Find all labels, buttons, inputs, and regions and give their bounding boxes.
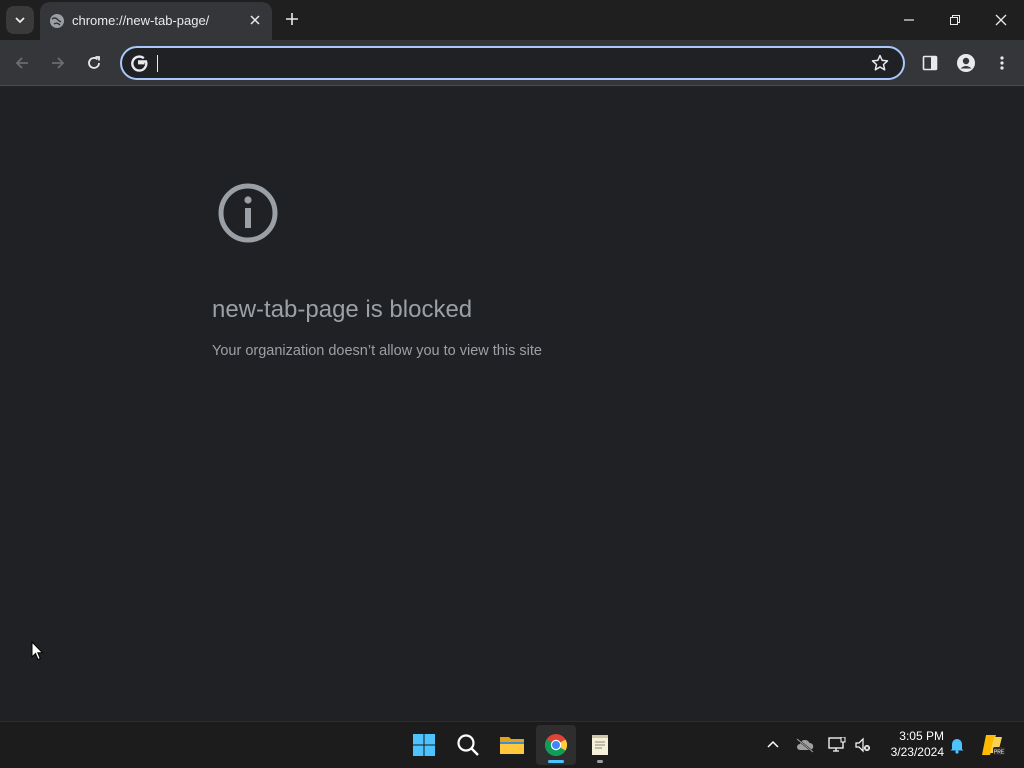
volume-muted-icon <box>855 737 870 753</box>
network-icon <box>828 737 846 752</box>
globe-icon <box>50 14 64 28</box>
blocked-page: new-tab-page is blocked Your organizatio… <box>0 87 1024 721</box>
network-tray-button[interactable] <box>826 734 848 756</box>
plus-icon <box>286 13 298 25</box>
file-explorer-button[interactable] <box>492 725 532 765</box>
file-explorer-icon <box>500 737 524 754</box>
page-message: Your organization doesn’t allow you to v… <box>212 343 542 359</box>
title-bar: chrome://new-tab-page/ <box>0 0 1024 40</box>
cloud-off-icon <box>796 738 814 753</box>
page-title: new-tab-page is blocked <box>212 296 473 323</box>
side-panel-button[interactable] <box>916 49 944 77</box>
start-button[interactable] <box>404 725 444 765</box>
minimize-button[interactable] <box>886 0 932 40</box>
menu-button[interactable] <box>988 49 1016 77</box>
svg-text:PRE: PRE <box>994 750 1005 756</box>
mouse-pointer-icon <box>31 641 44 661</box>
notifications-button[interactable] <box>946 734 968 756</box>
star-icon[interactable] <box>871 54 889 72</box>
clock-date: 3/23/2024 <box>890 745 944 759</box>
reload-icon <box>88 56 100 69</box>
tab-close-button[interactable] <box>246 11 264 29</box>
minimize-icon <box>904 19 914 21</box>
notepad-button[interactable] <box>580 725 620 765</box>
restore-button[interactable] <box>932 0 978 40</box>
address-bar[interactable] <box>120 46 905 80</box>
toolbar <box>0 40 1024 86</box>
tab-title: chrome://new-tab-page/ <box>72 13 210 28</box>
show-hidden-icons-button[interactable] <box>762 734 784 756</box>
restore-icon <box>950 15 960 25</box>
notepad-icon <box>592 735 608 755</box>
close-window-button[interactable] <box>978 0 1024 40</box>
close-icon <box>250 15 260 25</box>
taskbar: 3:05 PM 3/23/2024 PRE <box>0 721 1024 768</box>
chrome-taskbar-button[interactable] <box>536 725 576 765</box>
system-clock[interactable]: 3:05 PM 3/23/2024 <box>880 728 944 760</box>
arrow-right-icon <box>52 57 65 69</box>
back-button[interactable] <box>8 49 36 77</box>
forward-button[interactable] <box>44 49 72 77</box>
text-caret <box>157 55 158 72</box>
chrome-icon <box>545 734 567 756</box>
reload-button[interactable] <box>80 49 108 77</box>
close-icon <box>995 14 1007 26</box>
active-indicator <box>548 760 564 763</box>
chevron-up-icon <box>767 740 779 748</box>
copilot-pre-icon: PRE <box>982 735 1005 756</box>
more-vertical-icon <box>1000 56 1004 70</box>
tab-search-button[interactable] <box>6 6 34 34</box>
volume-tray-button[interactable] <box>852 734 874 756</box>
new-tab-button[interactable] <box>280 7 304 31</box>
search-icon <box>457 734 479 756</box>
tab-active[interactable]: chrome://new-tab-page/ <box>40 2 272 40</box>
address-input[interactable] <box>156 53 856 73</box>
side-panel-icon <box>922 55 938 71</box>
onedrive-tray-button[interactable] <box>794 734 816 756</box>
chevron-down-icon <box>15 17 25 24</box>
clock-time: 3:05 PM <box>899 729 944 743</box>
bell-icon <box>950 739 964 754</box>
taskbar-search-button[interactable] <box>448 725 488 765</box>
copilot-pre-button[interactable]: PRE <box>980 734 1006 756</box>
profile-button[interactable] <box>952 49 980 77</box>
avatar-icon <box>957 54 975 72</box>
info-icon <box>218 183 278 243</box>
running-indicator <box>597 760 603 763</box>
start-icon <box>413 734 435 756</box>
google-icon <box>131 55 148 72</box>
arrow-left-icon <box>15 57 28 69</box>
